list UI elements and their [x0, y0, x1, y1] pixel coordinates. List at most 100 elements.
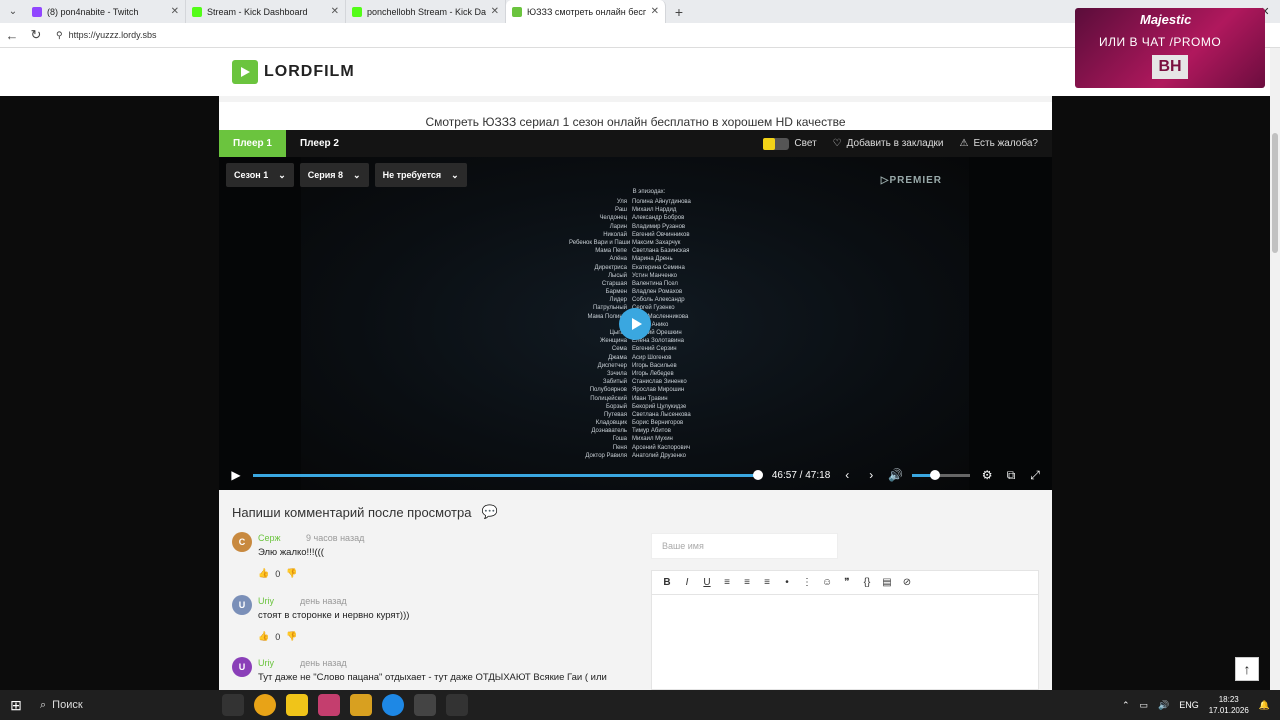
translation-select[interactable]: Не требуется ⌄ [374, 163, 467, 187]
comment-author[interactable]: Uriy [258, 596, 274, 606]
reload-icon[interactable]: ↻ [24, 27, 48, 43]
volume-slider[interactable] [912, 469, 971, 480]
url-field[interactable]: ⚲ https://yuzzz.lordy.sbs [56, 30, 156, 41]
credit-actor: Борис Вернигоров [632, 420, 684, 427]
comment-text: Тут даже не "Слово пацана" отдыхает - ту… [258, 672, 607, 683]
tab-player-2[interactable]: Плеер 2 [286, 130, 353, 157]
credit-row: Директриса Екатерина Семина [569, 264, 729, 272]
align-center-icon[interactable]: ≡ [742, 577, 752, 588]
italic-icon[interactable]: I [682, 577, 692, 588]
bold-icon[interactable]: B [662, 577, 672, 588]
code-icon[interactable]: {} [862, 577, 872, 588]
network-icon[interactable]: ▭ [1139, 700, 1148, 711]
dislike-icon[interactable]: 👎 [286, 631, 297, 642]
new-tab-button[interactable]: + [666, 4, 692, 20]
browser-tab[interactable]: (8) pon4nabite - Twitch ✕ [26, 0, 186, 23]
dislike-icon[interactable]: 👎 [286, 568, 297, 579]
credit-row: Бармен Владлен Ромахов [569, 288, 729, 296]
close-tab-icon[interactable]: ✕ [171, 6, 179, 17]
quote-icon[interactable]: ❞ [842, 577, 852, 588]
like-count: 0 [275, 631, 281, 642]
video-player[interactable]: Сезон 1 ⌄ Серия 8 ⌄ Не требуется ⌄ ▷PREMIER… [219, 157, 1052, 490]
windows-start-icon[interactable]: ⊞ [0, 697, 32, 714]
numbered-list-icon[interactable]: ⋮ [802, 577, 812, 588]
comment-author[interactable]: Серж [258, 533, 281, 543]
close-tab-icon[interactable]: ✕ [331, 6, 339, 17]
complaint-button[interactable]: ⚠ Есть жалоба? [960, 138, 1038, 149]
progress-bar[interactable] [252, 469, 764, 480]
popout-icon[interactable]: ⧉ [1004, 468, 1018, 483]
avatar[interactable]: U [232, 595, 252, 615]
progress-knob[interactable] [753, 469, 764, 480]
prev-icon[interactable]: ‹ [840, 468, 854, 482]
bullet-list-icon[interactable]: • [782, 577, 792, 588]
bookmark-button[interactable]: ♡ Добавить в закладки [833, 138, 944, 149]
avatar[interactable]: U [232, 657, 252, 677]
big-play-button[interactable] [619, 308, 651, 340]
browser-tab[interactable]: ЮЗЗЗ смотреть онлайн бесплат ✕ [506, 0, 666, 23]
play-icon[interactable]: ▶ [229, 468, 243, 482]
credit-actor: Михаил Нардид [632, 207, 677, 214]
task-view-icon[interactable] [222, 694, 244, 716]
credit-actor: Асир Шогенов [632, 354, 672, 361]
clock[interactable]: 18:23 17.01.2026 [1209, 694, 1249, 716]
back-icon[interactable]: ← [0, 28, 24, 43]
obs-icon[interactable] [414, 694, 436, 716]
tray-up-icon[interactable]: ⌃ [1122, 700, 1130, 711]
files-icon[interactable] [286, 694, 308, 716]
scrollbar-thumb[interactable] [1272, 133, 1278, 253]
site-info-icon[interactable]: ⚲ [56, 30, 63, 41]
credit-row: Ларин Владимир Рузанов [569, 223, 729, 231]
close-tab-icon[interactable]: ✕ [651, 6, 659, 17]
next-icon[interactable]: › [864, 468, 878, 482]
game-icon[interactable] [350, 694, 372, 716]
epic-icon[interactable] [446, 694, 468, 716]
hide-icon[interactable]: ⊘ [902, 577, 912, 588]
language-indicator[interactable]: ENG [1179, 700, 1199, 710]
credit-actor: Марина Дрень [632, 256, 673, 263]
toggle-switch [763, 137, 790, 150]
scroll-to-top-button[interactable]: ↑ [1235, 657, 1259, 681]
notifications-icon[interactable]: 🔔 [1259, 700, 1270, 711]
site-logo[interactable]: LORDFILM [232, 60, 355, 84]
underline-icon[interactable]: U [702, 577, 712, 588]
credit-actor: Иван Травин [632, 395, 668, 402]
chrome-icon[interactable] [254, 694, 276, 716]
credit-actor: Александр Бобров [632, 215, 685, 222]
align-right-icon[interactable]: ≡ [762, 577, 772, 588]
name-input[interactable] [651, 533, 838, 559]
page-scrollbar[interactable] [1270, 48, 1280, 690]
comment-author[interactable]: Uriy [258, 658, 274, 668]
credit-actor: Евгений Серзин [632, 346, 677, 353]
volume-knob[interactable] [930, 469, 941, 480]
spoiler-icon[interactable]: ▤ [882, 577, 892, 588]
sound-icon[interactable]: 🔊 [1158, 700, 1169, 711]
tab-list-menu-icon[interactable]: ⌄ [0, 0, 26, 23]
tab-player-1[interactable]: Плеер 1 [219, 130, 286, 157]
volume-icon[interactable]: 🔊 [888, 468, 903, 482]
credit-actor: Светлана Базинская [632, 248, 690, 255]
like-icon[interactable]: 👍 [258, 568, 269, 579]
credit-row: Джама Асир Шогенов [569, 354, 729, 362]
browser-tab[interactable]: Stream - Kick Dashboard ✕ [186, 0, 346, 23]
episode-select[interactable]: Серия 8 ⌄ [299, 163, 369, 187]
browser-tab[interactable]: ponchellobh Stream - Kick Dashb ✕ [346, 0, 506, 23]
app-icon[interactable] [318, 694, 340, 716]
light-toggle[interactable]: Свет [763, 137, 817, 150]
credit-role: Доктор Равиля [585, 452, 627, 459]
ad-banner[interactable]: Majestic ИЛИ В ЧАТ /PROMO BH [1075, 8, 1265, 88]
fullscreen-icon[interactable]: ⤢ [1028, 468, 1042, 483]
comment-editor[interactable]: B I U ≡ ≡ ≡ • ⋮ ☺ ❞ {} ▤ ⊘ [651, 570, 1039, 690]
taskbar-search[interactable]: ⌕ Поиск [32, 693, 212, 717]
align-left-icon[interactable]: ≡ [722, 577, 732, 588]
avatar[interactable]: С [232, 532, 252, 552]
like-icon[interactable]: 👍 [258, 631, 269, 642]
emoji-icon[interactable]: ☺ [822, 577, 832, 588]
credit-row: Алёна Марина Дрень [569, 255, 729, 263]
close-tab-icon[interactable]: ✕ [491, 6, 499, 17]
clock-date: 17.01.2026 [1208, 706, 1249, 715]
season-select[interactable]: Сезон 1 ⌄ [226, 163, 294, 187]
settings-icon[interactable]: ⚙ [980, 468, 994, 482]
edge-icon[interactable] [382, 694, 404, 716]
bookmark-label: Добавить в закладки [846, 138, 944, 149]
